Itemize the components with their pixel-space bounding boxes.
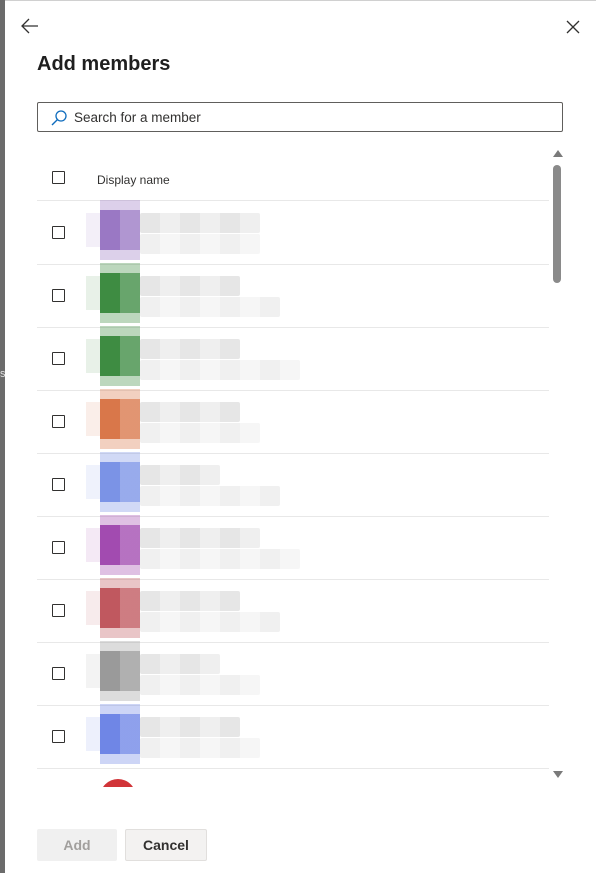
cancel-button[interactable]: Cancel [125,829,207,861]
member-name-redacted [140,465,220,485]
member-email-redacted [140,234,260,254]
search-icon [51,110,67,126]
member-name-redacted [140,213,260,233]
close-button[interactable] [563,17,583,37]
avatar [100,714,140,754]
avatar [100,210,140,250]
member-row[interactable] [37,265,549,328]
search-box[interactable] [37,102,563,132]
member-row[interactable] [37,643,549,706]
scroll-down-arrow-icon[interactable] [553,771,563,778]
member-email-redacted [140,360,300,380]
avatar [100,525,140,565]
member-row[interactable] [37,580,549,643]
member-checkbox[interactable] [52,226,65,239]
member-checkbox[interactable] [52,604,65,617]
member-row[interactable] [37,202,549,265]
avatar [100,651,140,691]
member-name-redacted [140,402,240,422]
add-members-panel: Add members Display name Add Cancel [5,0,596,874]
member-row[interactable] [37,706,549,769]
member-row[interactable] [37,328,549,391]
avatar [100,273,140,313]
member-list: Display name [37,147,569,787]
member-email-redacted [140,423,260,443]
member-email-redacted [140,612,280,632]
member-name-redacted [140,717,240,737]
member-email-redacted [140,675,260,695]
member-email-redacted [140,486,280,506]
back-button[interactable] [19,15,41,37]
member-row[interactable] [37,517,549,580]
avatar [100,399,140,439]
list-scrollbar[interactable] [549,148,565,781]
list-header-row: Display name [37,147,549,201]
scrollbar-thumb[interactable] [553,165,561,283]
member-checkbox[interactable] [52,541,65,554]
display-name-column-header[interactable]: Display name [97,173,170,187]
panel-title: Add members [37,53,171,75]
member-row[interactable] [37,391,549,454]
member-checkbox[interactable] [52,352,65,365]
avatar [100,336,140,376]
arrow-left-icon [21,18,38,34]
member-email-redacted [140,549,300,569]
add-button[interactable]: Add [37,829,117,861]
member-checkbox[interactable] [52,730,65,743]
member-checkbox[interactable] [52,667,65,680]
avatar [100,588,140,628]
member-checkbox[interactable] [52,478,65,491]
search-input[interactable] [74,103,554,131]
member-name-redacted [140,276,240,296]
scroll-up-arrow-icon[interactable] [553,150,563,157]
avatar [100,462,140,502]
member-checkbox[interactable] [52,289,65,302]
member-name-redacted [140,591,240,611]
member-name-redacted [140,654,220,674]
member-checkbox[interactable] [52,415,65,428]
member-name-redacted [140,528,260,548]
member-email-redacted [140,738,260,758]
avatar [100,779,136,787]
select-all-checkbox[interactable] [52,171,65,184]
member-email-redacted [140,297,280,317]
member-name-redacted [140,339,240,359]
close-icon [566,20,580,34]
member-row[interactable] [37,454,549,517]
